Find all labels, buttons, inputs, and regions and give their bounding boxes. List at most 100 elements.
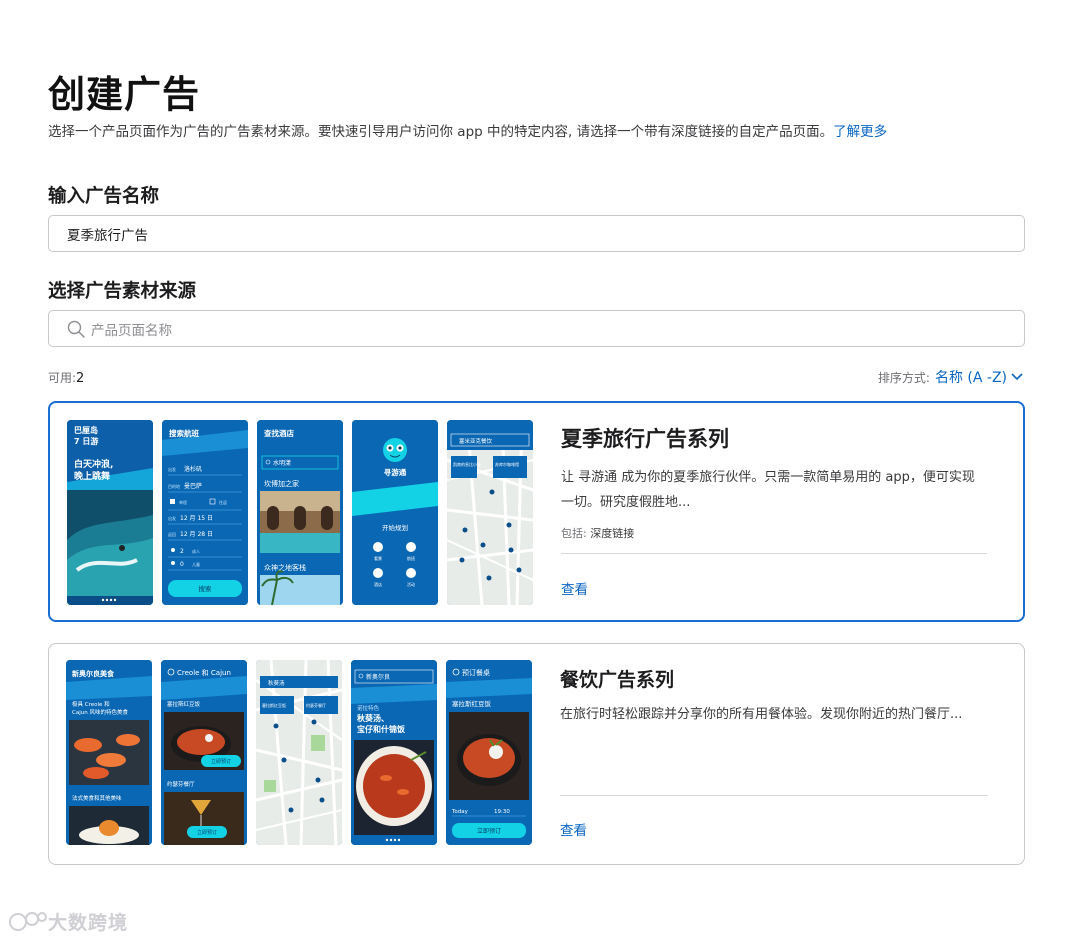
card-title: 夏季旅行广告系列: [561, 427, 729, 451]
thumb-text: 秋葵汤: [268, 679, 285, 687]
ad-name-label: 输入广告名称: [48, 186, 160, 207]
thumb-text: 洛杉矶: [184, 465, 202, 473]
thumb-text: 晚上跳舞: [74, 470, 110, 482]
thumb-text: 搜索: [199, 584, 213, 593]
tags-value: 深度链接: [590, 527, 635, 540]
view-link[interactable]: 查看: [560, 819, 587, 839]
intro-description: 选择一个产品页面作为广告的广告素材来源。要快速引导用户访问你 app 中的特定内…: [48, 124, 834, 140]
thumb-text: 众神之地客栈: [264, 563, 306, 572]
thumb-text: 预订餐桌: [462, 668, 490, 677]
thumb-text: 7 日游: [74, 436, 98, 446]
watermark-logo-icon: [9, 911, 47, 931]
thumb-text: 塞拉斯红豆饭: [452, 699, 492, 708]
card-tags: 包括: 深度链接: [561, 525, 987, 541]
card-divider: [561, 553, 987, 554]
thumb-text: 酒店: [374, 581, 382, 587]
sort-control[interactable]: 排序方式: 名称 (A -Z): [878, 367, 1023, 387]
card-thumbnails: 巴厘岛 7 日游 白天冲浪, 晚上跳舞 搜索航班 出发 洛杉矶 目的地 曼巴萨 …: [67, 420, 533, 605]
thumb-text: 诺拉特色: [357, 704, 380, 712]
thumb-text: 出发: [168, 466, 176, 472]
available-number: 2: [76, 371, 85, 386]
search-placeholder: 产品页面名称: [91, 322, 172, 339]
thumb-text: 坎博加之家: [264, 479, 299, 488]
thumb-text: Creole 和 Cajun: [177, 668, 231, 677]
intro-text: 选择一个产品页面作为广告的广告素材来源。要快速引导用户访问你 app 中的特定内…: [48, 120, 887, 140]
product-page-card-summer[interactable]: 巴厘岛 7 日游 白天冲浪, 晚上跳舞 搜索航班 出发 洛杉矶 目的地 曼巴萨 …: [48, 401, 1025, 622]
chevron-down-icon[interactable]: [1011, 373, 1023, 381]
thumb-text: 看景: [374, 555, 382, 561]
thumb-dining-map: 塞米亚克餐饮 凯南的息比小屋 苏库尔咖啡馆: [447, 420, 533, 605]
thumb-text: 航班: [407, 555, 415, 561]
thumb-text: 塞拉斯红豆饭: [262, 702, 286, 708]
watermark-text: 大数跨境: [48, 912, 129, 934]
thumb-text: 12 月 28 日: [180, 531, 213, 538]
thumb-text: 曼巴萨: [184, 482, 202, 490]
thumb-bali-surf: 巴厘岛 7 日游 白天冲浪, 晚上跳舞: [67, 420, 153, 605]
thumb-nola-food: 新奥尔良美食 极具 Creole 和 Cajun 风味的特色美食 法式美食和其他…: [66, 660, 152, 845]
thumb-text: 搜索航班: [169, 428, 199, 438]
thumb-text: 目的地: [168, 483, 180, 489]
thumb-text: 塞拉斯红豆饭: [167, 700, 201, 708]
thumb-text: 约瑟芬餐厅: [167, 780, 195, 788]
sort-value[interactable]: 名称 (A -Z): [935, 367, 1007, 387]
thumb-text: 水明漾: [273, 459, 291, 467]
tags-label: 包括:: [561, 527, 587, 540]
thumb-text: 法式美食和其他美味: [72, 794, 122, 802]
thumb-text: 新奥尔良美食: [72, 669, 115, 678]
thumb-gumbo-map: 秋葵汤 塞拉斯红豆饭 约瑟芬餐厅: [256, 660, 342, 845]
search-icon: [67, 320, 85, 338]
thumb-text: 新奥尔良: [366, 673, 390, 681]
page-title: 创建广告: [48, 73, 200, 116]
thumb-text: 秋葵汤、: [356, 713, 389, 723]
thumb-text: 约瑟芬餐厅: [306, 702, 326, 708]
thumb-hotel-search: 查找酒店 水明漾 坎博加之家 众神之地客栈: [257, 420, 343, 605]
available-label: 可用:: [48, 371, 77, 385]
product-page-search-input[interactable]: 产品页面名称: [48, 310, 1025, 347]
thumb-text: 往返: [219, 499, 227, 505]
thumb-text: 白天冲浪,: [74, 458, 113, 470]
thumb-text: 单程: [179, 499, 187, 505]
thumb-text: 立即预订: [211, 758, 231, 765]
thumb-app-home: 寻游通 开始规划 看景 航班 酒店 活动: [352, 420, 438, 605]
thumb-text: 成人: [192, 548, 200, 554]
thumb-text: 出发: [168, 515, 176, 521]
watermark: 大数跨境: [8, 908, 128, 935]
thumb-text: Today: [451, 809, 469, 815]
thumb-text: 苏库尔咖啡馆: [495, 461, 519, 467]
thumb-text: 塞米亚克餐饮: [459, 437, 493, 445]
thumb-text: 寻游通: [384, 467, 407, 477]
thumb-text: 19:30: [494, 809, 510, 815]
thumb-text: Cajun 风味的特色美食: [72, 708, 128, 716]
thumb-text: 活动: [407, 581, 415, 587]
card-title: 餐饮广告系列: [560, 669, 675, 691]
card-divider: [560, 795, 988, 796]
thumb-nola-dish: 新奥尔良 诺拉特色 秋葵汤、 宝仔和什锦饭: [351, 660, 437, 845]
card-info: 餐饮广告系列 在旅行时轻松跟踪并分享你的所有用餐体验。发现你附近的热门餐厅...: [560, 665, 988, 727]
available-count: 可用:2: [48, 369, 84, 386]
sort-label: 排序方式:: [877, 370, 930, 385]
card-description: 在旅行时轻松跟踪并分享你的所有用餐体验。发现你附近的热门餐厅...: [560, 707, 963, 722]
thumb-text: 凯南的息比小屋: [453, 461, 481, 467]
thumb-text: 返回: [168, 531, 176, 537]
learn-more-link[interactable]: 了解更多: [833, 124, 887, 140]
thumb-text: 12 月 15 日: [180, 515, 213, 522]
thumb-text: 极具 Creole 和: [72, 700, 110, 708]
ad-name-input[interactable]: 夏季旅行广告: [48, 215, 1025, 252]
view-link[interactable]: 查看: [561, 578, 588, 598]
product-page-card-dining[interactable]: 新奥尔良美食 极具 Creole 和 Cajun 风味的特色美食 法式美食和其他…: [48, 643, 1025, 865]
thumb-text: 宝仔和什锦饭: [357, 724, 405, 734]
thumb-text: 立即预订: [477, 827, 501, 835]
thumb-book-table: 预订餐桌 塞拉斯红豆饭 Today 19:30 立即预订: [446, 660, 532, 845]
card-description: 让 寻游通 成为你的夏季旅行伙伴。只需一款简单易用的 app，便可实现一切。研究…: [561, 470, 975, 510]
thumb-text: 儿童: [192, 561, 200, 567]
thumb-text: 2: [180, 548, 184, 555]
card-info: 夏季旅行广告系列 让 寻游通 成为你的夏季旅行伙伴。只需一款简单易用的 app，…: [561, 423, 987, 541]
source-label: 选择广告素材来源: [48, 281, 197, 302]
thumb-text: 开始规划: [382, 523, 408, 532]
card-thumbnails: 新奥尔良美食 极具 Creole 和 Cajun 风味的特色美食 法式美食和其他…: [66, 660, 532, 845]
thumb-text: 巴厘岛: [74, 425, 98, 435]
thumb-text: 查找酒店: [264, 428, 294, 438]
thumb-creole-cajun: Creole 和 Cajun 塞拉斯红豆饭 立即预订 约瑟芬餐厅 立即预订: [161, 660, 247, 845]
thumb-text: 立即预订: [197, 829, 217, 836]
thumb-flight-search: 搜索航班 出发 洛杉矶 目的地 曼巴萨 单程 往返 出发 12 月 15 日 返…: [162, 420, 248, 605]
